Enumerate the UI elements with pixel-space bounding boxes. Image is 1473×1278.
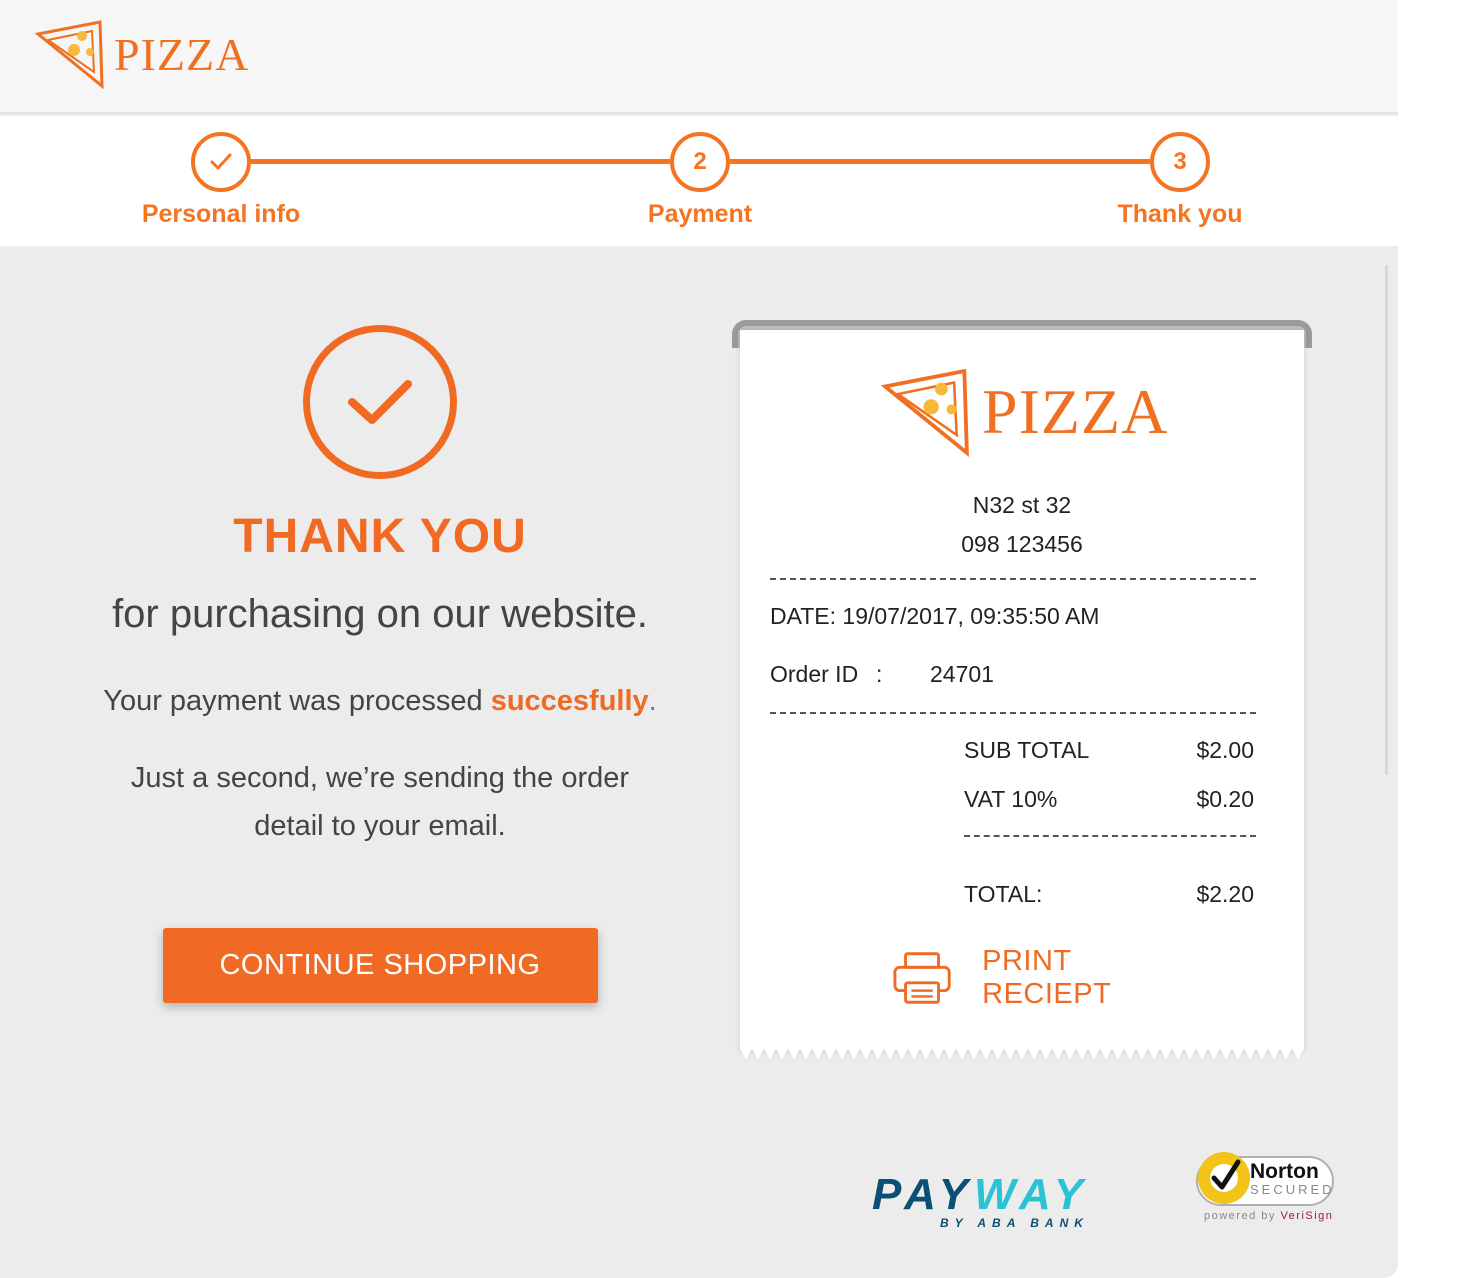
receipt-address: N32 st 32 xyxy=(972,492,1072,518)
checkout-stepper: Personal info 2 Payment 3 Thank you xyxy=(0,116,1398,246)
step-3-circle[interactable]: 3 xyxy=(1150,132,1210,192)
thank-you-subtitle: for purchasing on our website. xyxy=(112,592,648,636)
receipt-date: DATE: 19/07/2017, 09:35:50 AM xyxy=(770,603,1100,629)
receipt-divider xyxy=(770,712,1256,714)
norton-name: Norton xyxy=(1250,1160,1319,1183)
payment-status-suffix: . xyxy=(648,685,657,717)
step-2-label: Payment xyxy=(647,200,753,228)
norton-secured-badge: Norton SECURED powered by VeriSign xyxy=(1196,1152,1336,1232)
vat-value: $0.20 xyxy=(1196,786,1254,812)
step-3-label: Thank you xyxy=(1117,200,1243,228)
step-connector xyxy=(250,159,670,164)
subtotal-label: SUB TOTAL xyxy=(964,737,1090,763)
payway-name-b: WAY xyxy=(973,1170,1089,1219)
thank-you-title: THANK YOU xyxy=(233,510,527,563)
receipt-divider xyxy=(964,835,1256,837)
step-1-label: Personal info xyxy=(141,200,301,228)
receipt-logo: PIZZA xyxy=(880,366,1168,458)
receipt-torn-edge xyxy=(740,1042,1304,1060)
payway-name: PAYWAY xyxy=(872,1170,1089,1220)
step-connector xyxy=(730,159,1150,164)
check-icon xyxy=(210,153,232,170)
email-notice: Just a second, we’re sending the order d… xyxy=(130,762,630,842)
continue-shopping-button[interactable]: CONTINUE SHOPPING xyxy=(162,928,598,1003)
subtotal-value: $2.00 xyxy=(1196,737,1254,763)
order-id-value: 24701 xyxy=(930,661,994,687)
payway-logo: PAYWAY BY ABA BANK xyxy=(872,1170,1089,1230)
printer-icon xyxy=(893,952,951,1004)
pizza-slice-icon xyxy=(880,368,969,458)
norton-check-icon xyxy=(1198,1152,1250,1204)
order-id-label: Order ID xyxy=(770,661,859,687)
scrollbar[interactable] xyxy=(1385,265,1388,775)
step-2-circle[interactable]: 2 xyxy=(670,132,730,192)
norton-secured-text: SECURED xyxy=(1250,1182,1335,1197)
total-value: $2.20 xyxy=(1196,881,1254,907)
total-label: TOTAL: xyxy=(964,881,1043,907)
payment-status-prefix: Your payment was processed xyxy=(103,685,491,717)
checkout-window: PIZZA Personal info 2 Payment 3 Thank yo… xyxy=(0,0,1398,1278)
step-1-circle[interactable] xyxy=(191,132,251,192)
print-receipt-button[interactable]: PRINT RECIEPT xyxy=(892,945,1202,1010)
receipt-brand-name: PIZZA xyxy=(982,376,1169,447)
norton-powered-label: powered by xyxy=(1204,1210,1281,1222)
payment-status-accent: succesfully xyxy=(490,685,649,717)
site-header: PIZZA xyxy=(0,0,1398,114)
verisign-name: VeriSign xyxy=(1280,1210,1334,1222)
vat-label: VAT 10% xyxy=(964,786,1058,812)
confirmation-panel: THANK YOU for purchasing on our website.… xyxy=(80,325,680,1003)
pizza-slice-icon xyxy=(34,20,104,90)
receipt-phone: 098 123456 xyxy=(961,531,1083,557)
print-receipt-label: PRINT RECIEPT xyxy=(982,945,1112,1010)
receipt: PIZZA N32 st 32 098 123456 DATE: 19/07/2… xyxy=(740,330,1304,1050)
payway-name-a: PAY xyxy=(872,1170,974,1219)
brand-logo[interactable]: PIZZA xyxy=(34,18,249,90)
payment-status-message: Your payment was processed succesfully. xyxy=(80,685,680,718)
order-id-separator: : xyxy=(876,661,883,687)
check-circle-icon xyxy=(303,325,457,479)
norton-powered-by: powered by VeriSign xyxy=(1204,1210,1333,1222)
brand-name: PIZZA xyxy=(114,28,250,80)
receipt-divider xyxy=(770,578,1256,580)
